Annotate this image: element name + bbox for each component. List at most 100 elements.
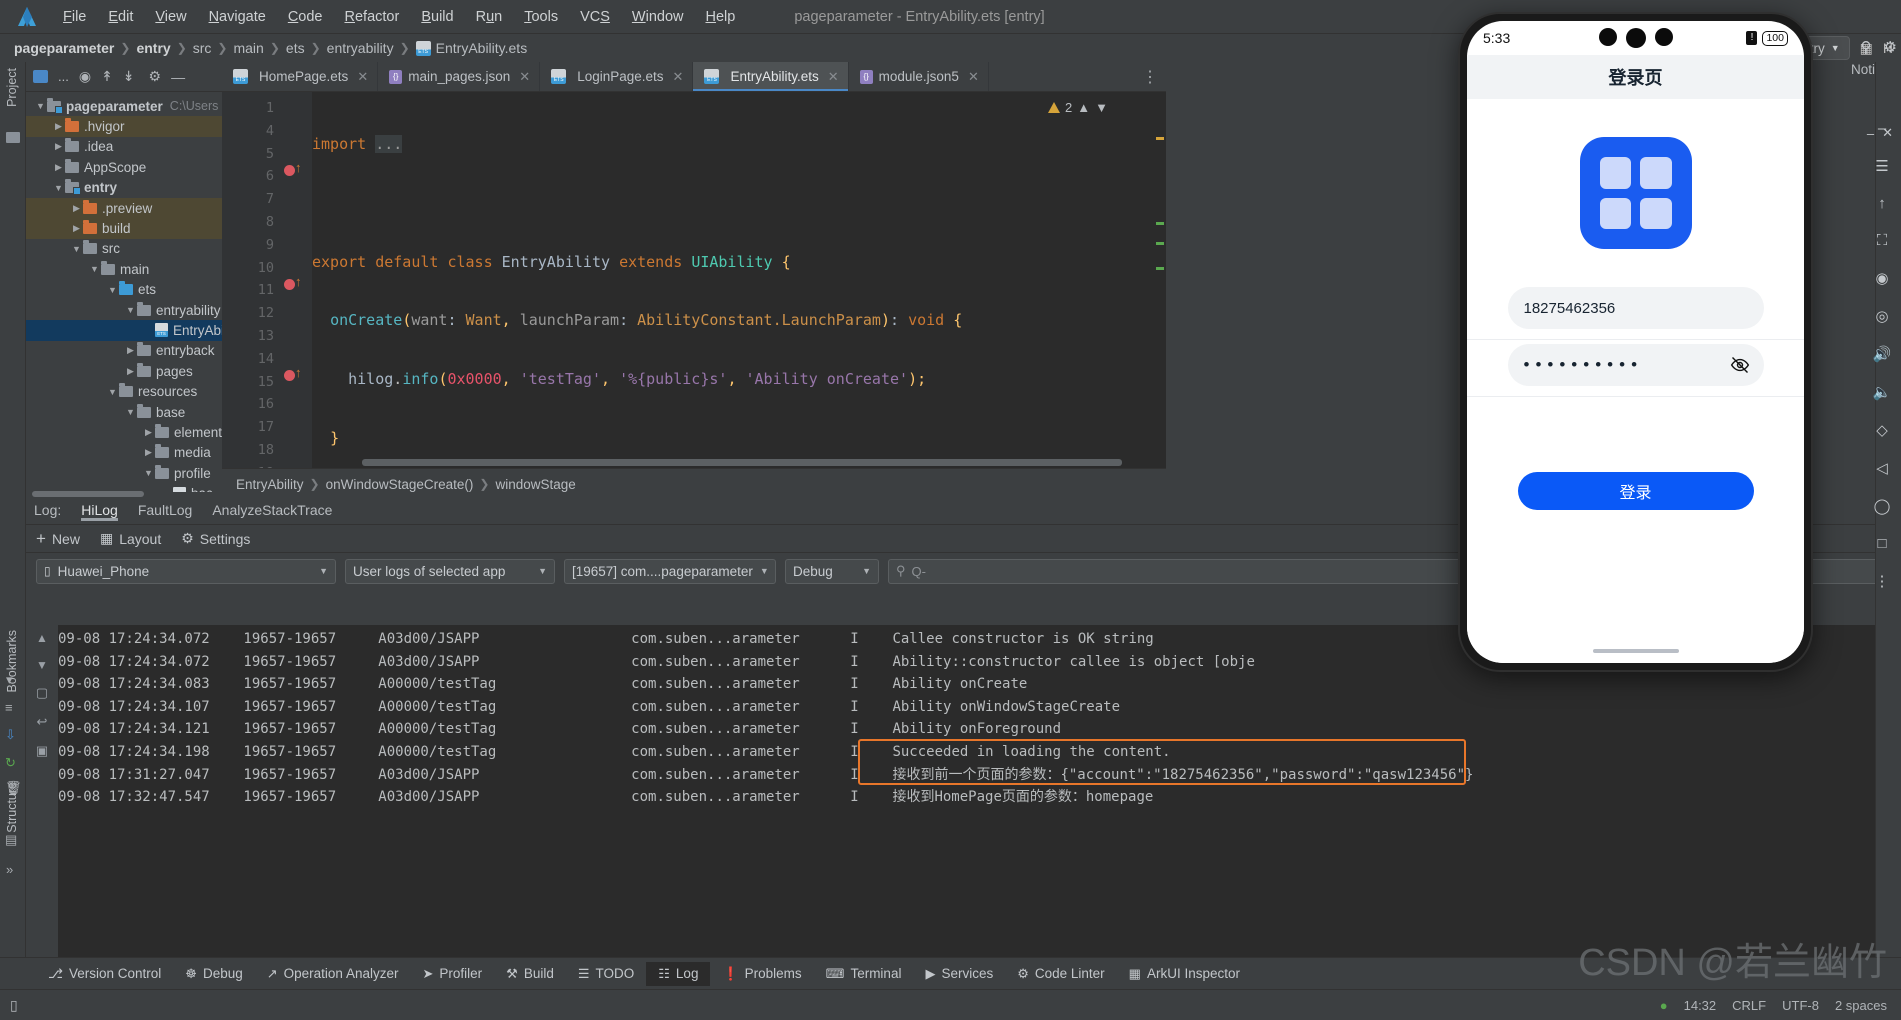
close-icon[interactable]: ✕ (828, 69, 839, 85)
chevron-up-icon[interactable]: ▲ (1077, 100, 1090, 115)
tool-window-versioncontrol[interactable]: ⎇ Version Control (36, 962, 173, 986)
chevron-right-icon[interactable]: ▶ (52, 121, 65, 132)
close-icon[interactable]: ✕ (673, 69, 684, 85)
line-separator-value[interactable]: CRLF (1732, 998, 1766, 1013)
notifications-label[interactable]: Noti (1851, 62, 1875, 77)
device-status-icon[interactable]: ▯ (10, 997, 18, 1014)
phone-page-content[interactable]: 18275462356 •••••••••• 登录 (1467, 99, 1804, 663)
sidebar-item-project[interactable]: Project (5, 68, 19, 107)
breakpoint-icon[interactable] (284, 370, 295, 381)
tool-window-services[interactable]: ▶ Services (913, 962, 1005, 986)
location-icon[interactable]: ◎ (1875, 307, 1888, 325)
commit-icon[interactable]: ≡ (5, 700, 13, 715)
trash-icon[interactable]: 🗑 (5, 780, 22, 796)
phone-screen[interactable]: 5:33 100 登录页 (1467, 21, 1804, 663)
tree-node-build[interactable]: ▶ build (26, 218, 222, 239)
recents-icon[interactable]: □ (1877, 535, 1886, 552)
log-row[interactable]: 09-08 17:32:47.547 19657-19657 A03d00/JS… (58, 786, 1901, 809)
editor-tabs-more-icon[interactable]: ⋮ (1134, 62, 1166, 91)
log-row[interactable]: 09-08 17:24:34.121 19657-19657 A00000/te… (58, 718, 1901, 741)
tree-node-entryback[interactable]: ▶ entryback (26, 341, 222, 361)
tab-faultlog[interactable]: FaultLog (138, 502, 192, 521)
tree-node-ets[interactable]: ▼ ets (26, 280, 222, 300)
minimize-icon[interactable]: – (1867, 126, 1874, 141)
breadcrumb-item-1[interactable]: entry (136, 40, 170, 56)
breakpoint-icon[interactable] (284, 165, 295, 176)
breadcrumb-item-6[interactable]: EntryAbility.ets (436, 40, 528, 56)
volume-down-icon[interactable]: 🔈 (1873, 383, 1892, 401)
warning-mark[interactable] (1156, 137, 1164, 140)
log-row[interactable]: 09-08 17:24:34.198 19657-19657 A00000/te… (58, 741, 1901, 764)
download-icon[interactable]: ⇩ (5, 727, 16, 743)
log-scope-selector[interactable]: User logs of selected app ▼ (345, 558, 555, 584)
chevron-down-icon[interactable]: ▼ (124, 305, 137, 315)
bookmark-icon[interactable]: ▾ (6, 672, 13, 688)
editor-tab-bar[interactable]: HomePage.ets✕main_pages.json✕LoginPage.e… (222, 62, 1166, 92)
menu-item-help[interactable]: Help (694, 6, 746, 28)
tool-window-operationanalyzer[interactable]: ↗ Operation Analyzer (255, 962, 411, 986)
log-settings-button[interactable]: ⚙ Settings (181, 530, 250, 547)
structure-icon[interactable]: ▤ (5, 832, 17, 848)
gear-icon[interactable]: ⚙ (1884, 38, 1897, 56)
breadcrumb-item-3[interactable]: main (233, 40, 263, 56)
menu-item-tools[interactable]: Tools (513, 6, 569, 28)
tool-window-profiler[interactable]: ➤ Profiler (410, 962, 494, 986)
tool-window-problems[interactable]: ❗ Problems (710, 962, 813, 986)
menu-item-refactor[interactable]: Refactor (334, 6, 411, 28)
log-output[interactable]: ▲ ▼ ▢ ↩ ▣ 09-08 17:24:34.072 19657-19657… (26, 625, 1901, 957)
menu-item-navigate[interactable]: Navigate (198, 6, 277, 28)
log-row[interactable]: 09-08 17:24:34.083 19657-19657 A00000/te… (58, 673, 1901, 696)
fold-gutter[interactable]: ↑ ↑ ↑ (280, 92, 312, 468)
breadcrumb-item-5[interactable]: entryability (327, 40, 394, 56)
close-icon[interactable]: ✕ (1882, 125, 1893, 141)
menu-item-window[interactable]: Window (621, 6, 695, 28)
volume-up-icon[interactable]: 🔊 (1873, 345, 1892, 363)
tree-node-pageparameter[interactable]: ▼ pageparameter C:\Users (26, 96, 222, 116)
chevron-right-icon[interactable]: ▶ (70, 223, 83, 234)
encoding-value[interactable]: UTF-8 (1782, 998, 1819, 1013)
layout-button[interactable]: ▦ Layout (100, 530, 161, 547)
tool-window-debug[interactable]: ☸ Debug (173, 962, 254, 986)
chevron-down-icon[interactable]: ▼ (106, 285, 119, 295)
home-icon[interactable]: ◯ (1874, 497, 1891, 515)
tree-node-src[interactable]: ▼ src (26, 239, 222, 259)
chevron-down-icon[interactable]: ▼ (34, 101, 47, 111)
tree-node-resources[interactable]: ▼ resources (26, 381, 222, 401)
new-log-button[interactable]: + New (36, 529, 80, 549)
tree-node-base[interactable]: ▼ base (26, 402, 222, 422)
log-row[interactable]: 09-08 17:24:34.107 19657-19657 A00000/te… (58, 696, 1901, 719)
refresh-icon[interactable]: ↻ (5, 755, 16, 771)
chevron-down-icon[interactable]: ▼ (88, 264, 101, 274)
breadcrumb-item-4[interactable]: ets (286, 40, 305, 56)
collapse-all-icon[interactable]: ↡ (123, 68, 135, 85)
project-tree[interactable]: ▼ pageparameter C:\Users ▶ .hvigor ▶ .idea ▶ App… (26, 92, 222, 492)
tree-node-hvigor[interactable]: ▶ .hvigor (26, 116, 222, 137)
account-input[interactable]: 18275462356 (1507, 287, 1764, 329)
editor-horizontal-scrollbar[interactable] (362, 459, 1122, 466)
editor-tab-homepageets[interactable]: HomePage.ets ✕ (222, 62, 379, 91)
more-icon[interactable]: ⋮ (1875, 572, 1890, 590)
project-view-icon[interactable] (33, 70, 48, 83)
tree-node-pages[interactable]: ▶ pages (26, 361, 222, 381)
menu-item-code[interactable]: Code (277, 6, 334, 28)
tree-node-entryabilityets[interactable]: EntryAbility.ets (26, 320, 222, 341)
project-folder-icon[interactable] (6, 132, 20, 143)
editor-tab-entryabilityets[interactable]: EntryAbility.ets ✕ (693, 62, 849, 91)
chevron-right-icon[interactable]: ▶ (124, 366, 137, 377)
minimize-icon[interactable]: — (171, 69, 185, 85)
code-lines[interactable]: import ... export default class EntryAbi… (312, 92, 1166, 468)
breakpoint-icon[interactable] (284, 279, 295, 290)
scroll-up-icon[interactable]: ▲ (36, 631, 48, 645)
tool-window-codelinter[interactable]: ⚙ Code Linter (1005, 962, 1116, 986)
login-button[interactable]: 登录 (1517, 472, 1754, 510)
close-icon[interactable]: ✕ (357, 69, 368, 85)
editor-breadcrumb-0[interactable]: EntryAbility (236, 477, 304, 492)
editor-tab-loginpageets[interactable]: LoginPage.ets ✕ (540, 62, 694, 91)
tool-window-build[interactable]: ⚒ Build (494, 962, 566, 986)
chevron-down-icon[interactable]: ▼ (70, 244, 83, 254)
menu-item-view[interactable]: View (144, 6, 197, 28)
project-dropdown-label[interactable]: ... (58, 69, 69, 84)
menu-item-run[interactable]: Run (465, 6, 514, 28)
chevron-right-icon[interactable]: ▶ (124, 345, 137, 356)
gear-icon[interactable]: ⚙ (149, 68, 162, 85)
